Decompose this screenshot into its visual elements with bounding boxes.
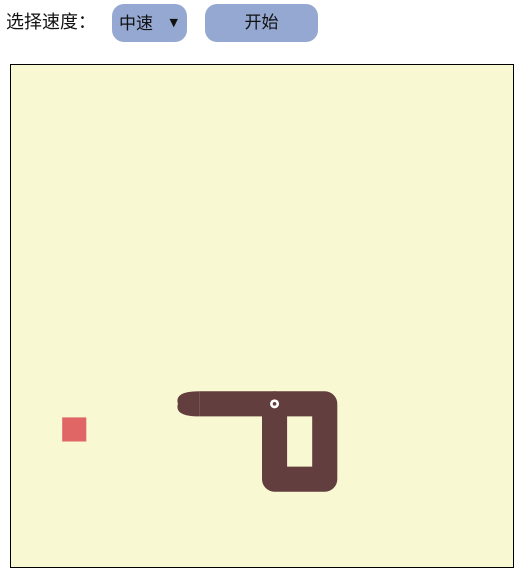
board-background (10, 64, 514, 568)
game-canvas (10, 64, 514, 568)
snake-pupil (272, 402, 277, 406)
snake-tail (177, 391, 200, 417)
start-button[interactable]: 开始 (205, 4, 318, 42)
speed-selected-value: 中速 (119, 14, 153, 34)
game-board (10, 64, 514, 568)
speed-select[interactable]: 中速 ▼ (112, 4, 187, 42)
speed-label: 选择速度： (6, 12, 96, 33)
toolbar: 选择速度： 中速 ▼ 开始 (0, 0, 523, 48)
food (62, 417, 87, 442)
dropdown-arrow-icon: ▼ (169, 16, 178, 29)
